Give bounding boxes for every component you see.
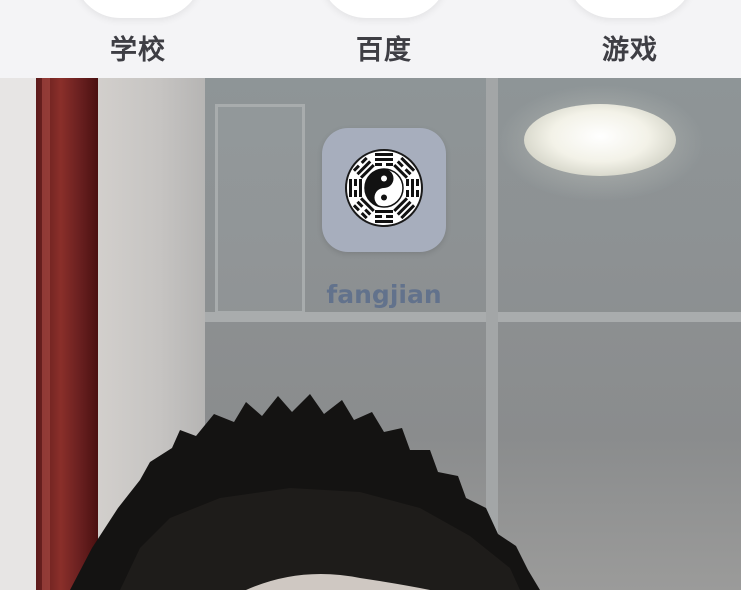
app-baidu[interactable]: 百度 — [294, 0, 474, 78]
app-baidu-label: 百度 — [356, 35, 412, 66]
app-games-label: 游戏 — [602, 35, 658, 66]
app-school-label: 学校 — [110, 35, 166, 66]
app-row: 学校 百度 游戏 — [0, 0, 741, 78]
school-app-icon[interactable] — [74, 0, 202, 18]
fangjian-shortcut[interactable] — [322, 128, 446, 252]
app-school[interactable]: 学校 — [48, 0, 228, 78]
fangjian-shortcut-label: fangjian — [326, 280, 442, 309]
yin-yang-bagua-icon — [345, 149, 423, 227]
app-games[interactable]: 游戏 — [540, 0, 720, 78]
baidu-app-icon[interactable] — [320, 0, 448, 18]
games-app-icon[interactable] — [566, 0, 694, 18]
wallpaper-photo: fangjian — [0, 78, 741, 590]
home-screen: 学校 百度 游戏 fangjian — [0, 0, 741, 590]
